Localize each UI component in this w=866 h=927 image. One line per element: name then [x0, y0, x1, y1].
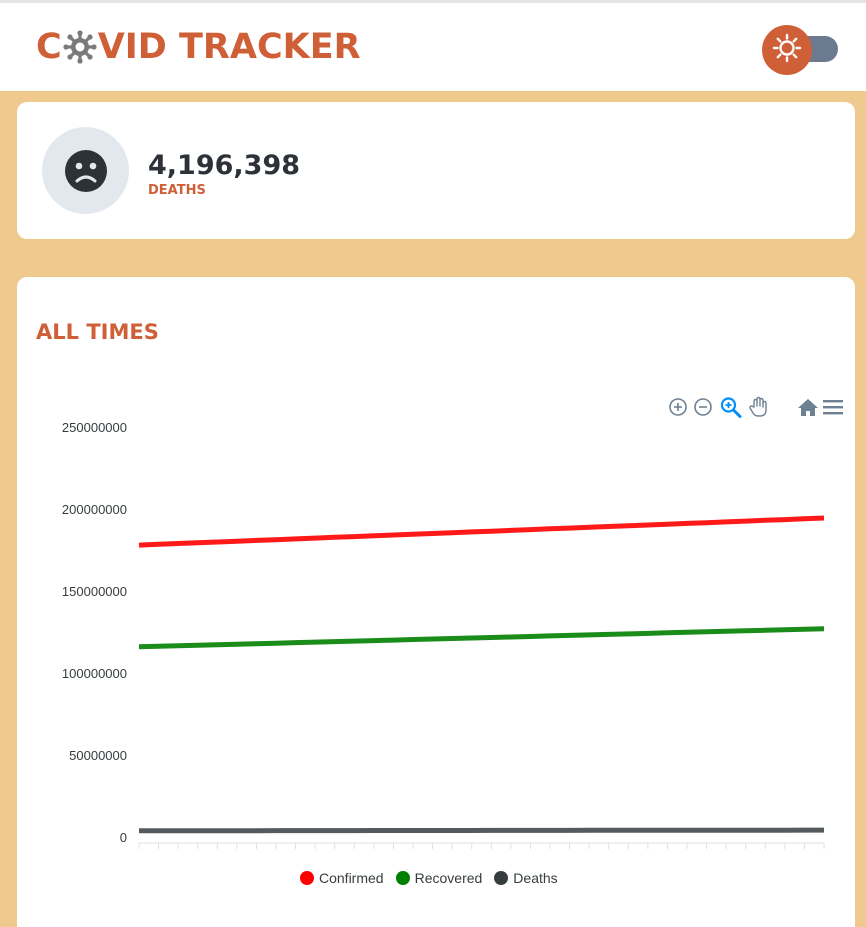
legend-label: Recovered	[414, 870, 483, 886]
y-tick-label: 250000000	[62, 420, 127, 435]
legend-marker	[395, 871, 410, 885]
logo-text-prefix: C	[36, 27, 62, 67]
legend-marker	[494, 871, 509, 885]
logo-text-suffix: VID TRACKER	[97, 27, 361, 67]
deaths-label: DEATHS	[148, 183, 206, 198]
app-header: C VID TRACKER	[0, 3, 866, 91]
legend-item-confirmed[interactable]: Confirmed	[300, 870, 384, 886]
y-tick-label: 0	[120, 830, 127, 845]
app-logo: C VID TRACKER	[36, 27, 361, 67]
chart-card: ALL TIMES 250000000 200000000 150000000 100…	[17, 277, 855, 927]
sun-icon	[772, 33, 802, 68]
y-tick-label: 100000000	[62, 666, 127, 681]
line-chart: 250000000 200000000 150000000 100000000 5000…	[62, 420, 825, 849]
y-tick-label: 200000000	[62, 502, 127, 517]
legend-marker	[300, 871, 314, 885]
sad-face-icon	[42, 127, 129, 214]
legend-label: Deaths	[513, 870, 558, 886]
series-line-confirmed[interactable]	[138, 515, 825, 548]
virus-icon	[63, 30, 97, 64]
deaths-count: 4,196,398	[148, 150, 301, 181]
legend-item-recovered[interactable]: Recovered	[395, 870, 483, 886]
series-line-recovered[interactable]	[138, 626, 825, 650]
theme-toggle[interactable]	[762, 25, 838, 75]
y-tick-label: 50000000	[69, 748, 127, 763]
series-line-deaths[interactable]	[138, 827, 824, 834]
chart-legend: Confirmed Recovered Deaths	[300, 869, 558, 887]
legend-label: Confirmed	[319, 870, 384, 886]
deaths-stat-card: 4,196,398 DEATHS	[17, 102, 855, 239]
y-tick-label: 150000000	[62, 584, 127, 599]
toggle-knob	[762, 25, 812, 75]
legend-item-deaths[interactable]: Deaths	[494, 870, 558, 886]
